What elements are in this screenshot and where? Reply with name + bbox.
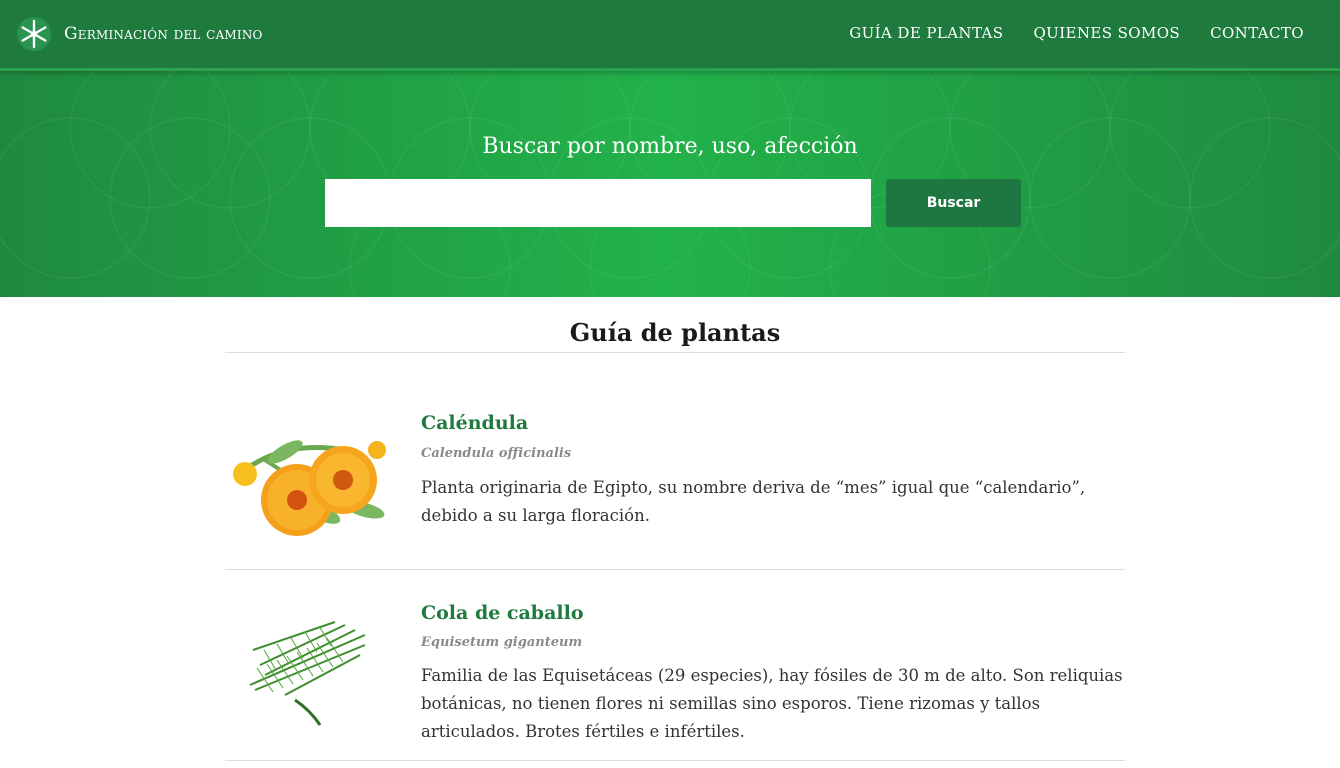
brand-link[interactable]: Germinación del camino — [16, 16, 263, 52]
top-navbar: Germinación del camino GUÍA DE PLANTAS Q… — [0, 0, 1340, 71]
search-heading: Buscar por nombre, uso, afección — [482, 134, 858, 159]
horsetail-plant-image[interactable] — [225, 590, 405, 750]
nav-quienes-somos[interactable]: QUIENES SOMOS — [1033, 24, 1180, 42]
brand-name: Germinación del camino — [64, 24, 263, 44]
search-input[interactable] — [325, 179, 871, 227]
search-button[interactable]: Buscar — [886, 179, 1021, 227]
plant-entry-cola-de-caballo: Cola de caballo Equisetum giganteum Fami… — [225, 590, 1125, 761]
calendula-flowers-image[interactable] — [225, 400, 405, 560]
page-title: Guía de plantas — [569, 318, 781, 347]
star-flower-logo-icon — [17, 17, 51, 51]
nav-contacto[interactable]: CONTACTO — [1210, 24, 1304, 42]
title-divider — [225, 352, 1125, 353]
search-hero: Buscar por nombre, uso, afección Buscar — [0, 68, 1340, 297]
main-nav: GUÍA DE PLANTAS QUIENES SOMOS CONTACTO — [849, 24, 1304, 42]
plant-scientific-name: Calendula officinalis — [421, 446, 572, 461]
plant-description: Planta originaria de Egipto, su nombre d… — [421, 478, 1086, 525]
plant-name-link[interactable]: Caléndula — [421, 412, 528, 434]
plant-entry-calendula: Caléndula Calendula officinalis Planta o… — [225, 400, 1125, 570]
plant-scientific-name: Equisetum giganteum — [421, 635, 583, 650]
plant-description: Familia de las Equisetáceas (29 especies… — [421, 666, 1123, 741]
plant-name-link[interactable]: Cola de caballo — [421, 602, 584, 624]
nav-guia-de-plantas[interactable]: GUÍA DE PLANTAS — [849, 24, 1003, 42]
